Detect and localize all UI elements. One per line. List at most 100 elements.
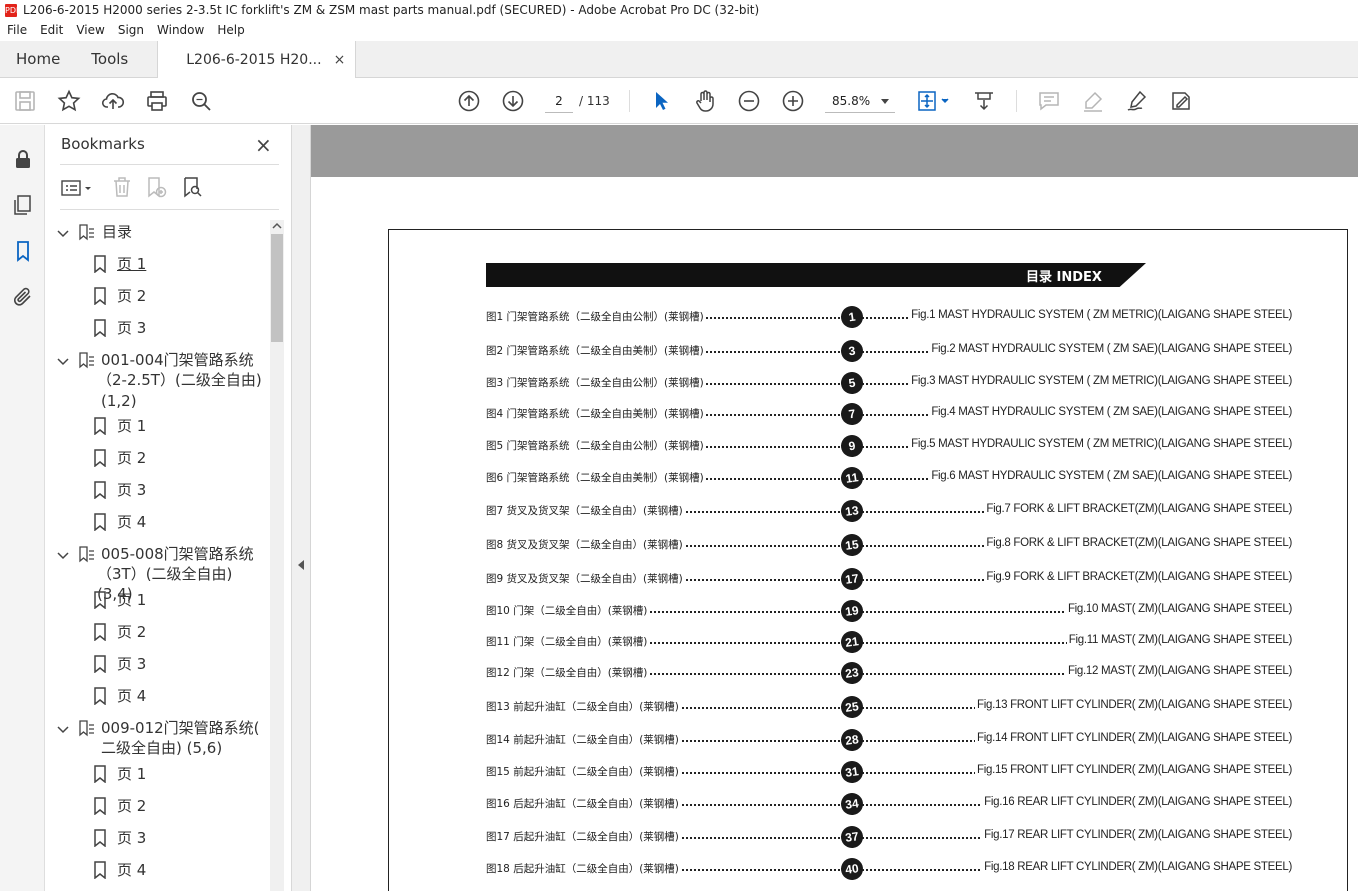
entry-title-cn: 图13 前起升油缸（二级全自由）(莱钢槽)	[486, 699, 681, 714]
new-bookmark-icon[interactable]	[144, 175, 168, 199]
panel-collapse-handle[interactable]	[292, 125, 311, 891]
scroll-up-icon[interactable]	[272, 222, 282, 230]
chevron-down-icon[interactable]	[56, 227, 70, 241]
index-entry[interactable]: 图7 货叉及货叉架（二级全自由）(莱钢槽) 13 Fig.7 FORK & LIFT…	[486, 498, 1292, 524]
save-icon[interactable]	[13, 89, 37, 113]
bookmark-section-title[interactable]: 001-004门架管路系统	[101, 350, 254, 370]
bookmark-section-title[interactable]: （2-2.5T）(二级全自由)	[97, 370, 262, 390]
page-number-input[interactable]: 2	[545, 89, 573, 113]
highlight-icon[interactable]	[1081, 89, 1105, 113]
bookmark-page[interactable]: 页 2	[117, 796, 146, 816]
bookmark-page[interactable]: 页 2	[117, 448, 146, 468]
page-number-badge: 5	[839, 370, 865, 396]
bookmark-page[interactable]: 页 1	[117, 416, 146, 436]
bookmark-page[interactable]: 页 3	[117, 318, 146, 338]
entry-title-en: Fig.5 MAST HYDRAULIC SYSTEM ( ZM METRIC)…	[909, 438, 1292, 450]
bookmark-tools	[60, 175, 280, 203]
index-entry[interactable]: 图17 后起升油缸（二级全自由）(莱钢槽) 37 Fig.17 REAR LIFT …	[486, 824, 1292, 850]
hand-tool-icon[interactable]	[693, 89, 717, 113]
entry-title-cn: 图6 门架管路系统（二级全自由美制）(莱钢槽)	[486, 470, 706, 485]
zoom-out-icon[interactable]	[737, 89, 761, 113]
bookmark-page[interactable]: 页 3	[117, 828, 146, 848]
bookmark-options-icon[interactable]	[60, 177, 96, 199]
collapse-arrow-icon[interactable]	[297, 559, 305, 571]
bookmark-search-icon[interactable]	[180, 175, 204, 199]
sign-icon[interactable]	[1125, 89, 1149, 113]
index-entry[interactable]: 图5 门架管路系统（二级全自由公制）(莱钢槽) 9 Fig.5 MAST HYDRA…	[486, 433, 1292, 459]
scroll-mode-icon[interactable]	[972, 89, 996, 113]
entry-title-cn: 图5 门架管路系统（二级全自由公制）(莱钢槽)	[486, 438, 706, 453]
star-icon[interactable]	[57, 89, 81, 113]
chevron-down-icon[interactable]	[56, 355, 70, 369]
fit-page-icon[interactable]	[916, 89, 952, 113]
bookmark-toc[interactable]: 目录	[102, 222, 132, 242]
chevron-down-icon[interactable]	[56, 723, 70, 737]
index-entry[interactable]: 图15 前起升油缸（二级全自由）(莱钢槽) 31 Fig.15 FRONT LIFT…	[486, 759, 1292, 785]
index-entry[interactable]: 图4 门架管路系统（二级全自由美制）(莱钢槽) 7 Fig.4 MAST HYDRA…	[486, 401, 1292, 427]
close-icon[interactable]: ×	[255, 133, 272, 157]
bookmark-page[interactable]: 页 4	[117, 860, 146, 880]
index-entry[interactable]: 图18 后起升油缸（二级全自由）(莱钢槽) 40 Fig.18 REAR LIFT …	[486, 856, 1292, 882]
menu-help[interactable]: Help	[210, 20, 250, 41]
document-viewer[interactable]: 目录 INDEX 图1 门架管路系统（二级全自由公制）(莱钢槽) 1 Fig.1 M…	[311, 125, 1358, 891]
menu-file[interactable]: File	[0, 20, 33, 41]
index-entry[interactable]: 图12 门架（二级全自由）(莱钢槽) 23 Fig.12 MAST( ZM)(LAI…	[486, 660, 1292, 686]
select-cursor-icon[interactable]	[649, 89, 673, 113]
fill-sign-icon[interactable]	[1169, 89, 1193, 113]
index-entry[interactable]: 图3 门架管路系统（二级全自由公制）(莱钢槽) 5 Fig.3 MAST HYDRA…	[486, 370, 1292, 396]
bookmark-panel-icon[interactable]	[11, 239, 35, 263]
index-entry[interactable]: 图10 门架（二级全自由）(莱钢槽) 19 Fig.10 MAST( ZM)(LAI…	[486, 598, 1292, 624]
previous-page-icon[interactable]	[457, 89, 481, 113]
lock-icon[interactable]	[11, 147, 35, 171]
entry-title-en: Fig.12 MAST( ZM)(LAIGANG SHAPE STEEL)	[1065, 665, 1292, 677]
entry-title-en: Fig.13 FRONT LIFT CYLINDER( ZM)(LAIGANG …	[975, 699, 1292, 711]
bookmark-page[interactable]: 页 1	[117, 764, 146, 784]
find-icon[interactable]	[189, 89, 213, 113]
scrollbar-thumb[interactable]	[271, 234, 283, 342]
chevron-down-icon[interactable]	[56, 549, 70, 563]
next-page-icon[interactable]	[501, 89, 525, 113]
page-thumbnails-icon[interactable]	[11, 193, 35, 217]
bookmark-section-title[interactable]: 009-012门架管路系统(	[101, 718, 260, 738]
zoom-in-icon[interactable]	[781, 89, 805, 113]
bookmark-page[interactable]: 页 2	[117, 286, 146, 306]
bookmark-page[interactable]: 页 1	[117, 254, 146, 274]
index-entry[interactable]: 图1 门架管路系统（二级全自由公制）(莱钢槽) 1 Fig.1 MAST HYDRA…	[486, 304, 1292, 330]
bookmark-section-title[interactable]: (1,2)	[101, 391, 137, 411]
bookmarks-panel: Bookmarks × 目录 页 1 页 2 页 3 001-004门架管路系统…	[46, 125, 292, 891]
cloud-upload-icon[interactable]	[101, 89, 125, 113]
bookmark-page[interactable]: 页 4	[117, 686, 146, 706]
entry-title-cn: 图7 货叉及货叉架（二级全自由）(莱钢槽)	[486, 503, 685, 518]
menu-edit[interactable]: Edit	[33, 20, 69, 41]
index-entry[interactable]: 图13 前起升油缸（二级全自由）(莱钢槽) 25 Fig.13 FRONT LIFT…	[486, 694, 1292, 720]
page-number-badge: 25	[839, 694, 865, 720]
index-entry[interactable]: 图16 后起升油缸（二级全自由）(莱钢槽) 34 Fig.16 REAR LIFT …	[486, 791, 1292, 817]
bookmark-page[interactable]: 页 3	[117, 480, 146, 500]
index-entry[interactable]: 图14 前起升油缸（二级全自由）(莱钢槽) 28 Fig.14 FRONT LIFT…	[486, 727, 1292, 753]
menu-window[interactable]: Window	[150, 20, 210, 41]
bookmark-page[interactable]: 页 1	[117, 590, 146, 610]
index-entry[interactable]: 图11 门架（二级全自由）(莱钢槽) 21 Fig.11 MAST( ZM)(LAI…	[486, 629, 1292, 655]
bookmark-section-title[interactable]: 005-008门架管路系统	[101, 544, 254, 564]
index-entry[interactable]: 图6 门架管路系统（二级全自由美制）(莱钢槽) 11 Fig.6 MAST HYDR…	[486, 465, 1292, 491]
zoom-level-select[interactable]: 85.8%	[825, 89, 895, 113]
index-entry[interactable]: 图2 门架管路系统（二级全自由美制）(莱钢槽) 3 Fig.2 MAST HYDRA…	[486, 338, 1292, 364]
bookmark-page[interactable]: 页 3	[117, 654, 146, 674]
tab-document[interactable]: L206-6-2015 H20... ×	[157, 41, 357, 79]
comment-icon[interactable]	[1037, 89, 1061, 113]
delete-icon[interactable]	[110, 175, 134, 199]
print-icon[interactable]	[145, 89, 169, 113]
menu-view[interactable]: View	[69, 20, 110, 41]
tab-close-icon[interactable]: ×	[334, 42, 346, 79]
tab-tools[interactable]: Tools	[75, 41, 143, 77]
index-entry[interactable]: 图8 货叉及货叉架（二级全自由）(莱钢槽) 15 Fig.8 FORK & LIFT…	[486, 532, 1292, 558]
tab-home[interactable]: Home	[0, 41, 75, 77]
bookmark-page[interactable]: 页 4	[117, 512, 146, 532]
bookmarks-scrollbar[interactable]	[270, 220, 284, 891]
attachment-icon[interactable]	[11, 285, 35, 309]
index-entry[interactable]: 图9 货叉及货叉架（二级全自由）(莱钢槽) 17 Fig.9 FORK & LIFT…	[486, 566, 1292, 592]
bookmark-page[interactable]: 页 2	[117, 622, 146, 642]
bookmark-icon	[94, 687, 106, 705]
bookmark-section-title[interactable]: 二级全自由) (5,6)	[101, 738, 222, 758]
menu-sign[interactable]: Sign	[111, 20, 150, 41]
